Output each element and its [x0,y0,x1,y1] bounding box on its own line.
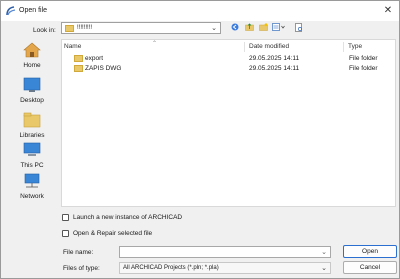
file-type-select[interactable]: All ARCHICAD Projects (*.pln; *.pla) ⌄ [119,262,331,274]
column-header-type[interactable]: Type [348,43,362,50]
up-folder-button[interactable] [244,23,254,33]
place-desktop[interactable]: Desktop [6,77,58,104]
computer-icon [23,142,41,156]
file-type-value: All ARCHICAD Projects (*.pln; *.pla) [123,265,219,271]
chevron-down-icon: ⌄ [211,25,217,32]
libraries-icon [23,112,41,128]
desktop-icon [23,77,41,92]
open-repair-label: Open & Repair selected file [73,230,153,237]
file-name-input[interactable]: ⌄ [119,246,331,258]
folder-icon [65,25,74,32]
folder-icon [74,65,83,72]
file-date: 29.05.2025 14:11 [249,55,300,62]
file-date: 29.05.2025 14:11 [249,65,300,72]
file-type-label: Files of type: [63,265,100,272]
close-icon: ✕ [383,5,393,16]
place-label: Desktop [20,97,44,104]
preview-icon [295,23,302,32]
column-header-date[interactable]: Date modified [249,43,289,50]
new-folder-button[interactable] [258,23,268,33]
place-label: This PC [20,162,44,169]
file-type: File folder [349,55,378,62]
column-divider [244,42,245,52]
sort-arrow-icon: ⌃ [152,41,158,47]
file-name: export [85,55,104,62]
home-icon [23,42,41,58]
cancel-button[interactable]: Cancel [343,261,397,274]
chevron-down-icon: ⌄ [321,265,327,272]
new-folder-icon [258,23,268,31]
look-in-value: !!!!!!!!! [77,25,93,31]
place-this-pc[interactable]: This PC [6,142,58,169]
folder-icon [74,55,83,62]
archicad-app-icon [6,6,16,16]
network-icon [24,173,40,188]
close-button[interactable]: ✕ [381,4,395,18]
place-libraries[interactable]: Libraries [6,112,58,139]
place-label: Libraries [19,132,45,139]
column-divider [343,42,344,52]
title-bar: Open file ✕ [1,1,399,21]
place-label: Network [20,193,44,200]
view-menu-icon [272,23,285,31]
launch-new-instance-checkbox[interactable] [62,214,69,221]
places-bar: Home Desktop Libraries This PC Network [6,39,58,207]
place-home[interactable]: Home [6,42,58,69]
chevron-down-icon[interactable]: ⌄ [321,248,327,256]
file-row[interactable]: ZAPIS DWG 29.05.2025 14:11 File folder [62,64,395,74]
file-type: File folder [349,65,378,72]
back-button[interactable] [230,23,240,33]
launch-new-instance-label: Launch a new instance of ARCHICAD [73,214,183,221]
open-repair-checkbox[interactable] [62,230,69,237]
preview-button[interactable] [294,23,304,33]
look-in-combo[interactable]: !!!!!!!!! ⌄ [61,22,221,34]
column-header-name[interactable]: Name [64,43,81,50]
open-file-dialog: Open file ✕ Look in: !!!!!!!!! ⌄ Home De… [0,0,400,279]
up-folder-icon [244,23,254,31]
file-name-label: File name: [63,249,94,256]
look-in-label: Look in: [33,27,56,34]
file-name: ZAPIS DWG [85,65,122,72]
view-menu-button[interactable] [271,23,287,33]
file-list[interactable]: ⌃ Name Date modified Type export 29.05.2… [61,39,396,207]
file-row[interactable]: export 29.05.2025 14:11 File folder [62,54,395,64]
place-label: Home [23,62,41,69]
back-icon [231,23,239,31]
place-network[interactable]: Network [6,173,58,200]
window-title: Open file [19,7,48,14]
open-button[interactable]: Open [343,245,397,258]
